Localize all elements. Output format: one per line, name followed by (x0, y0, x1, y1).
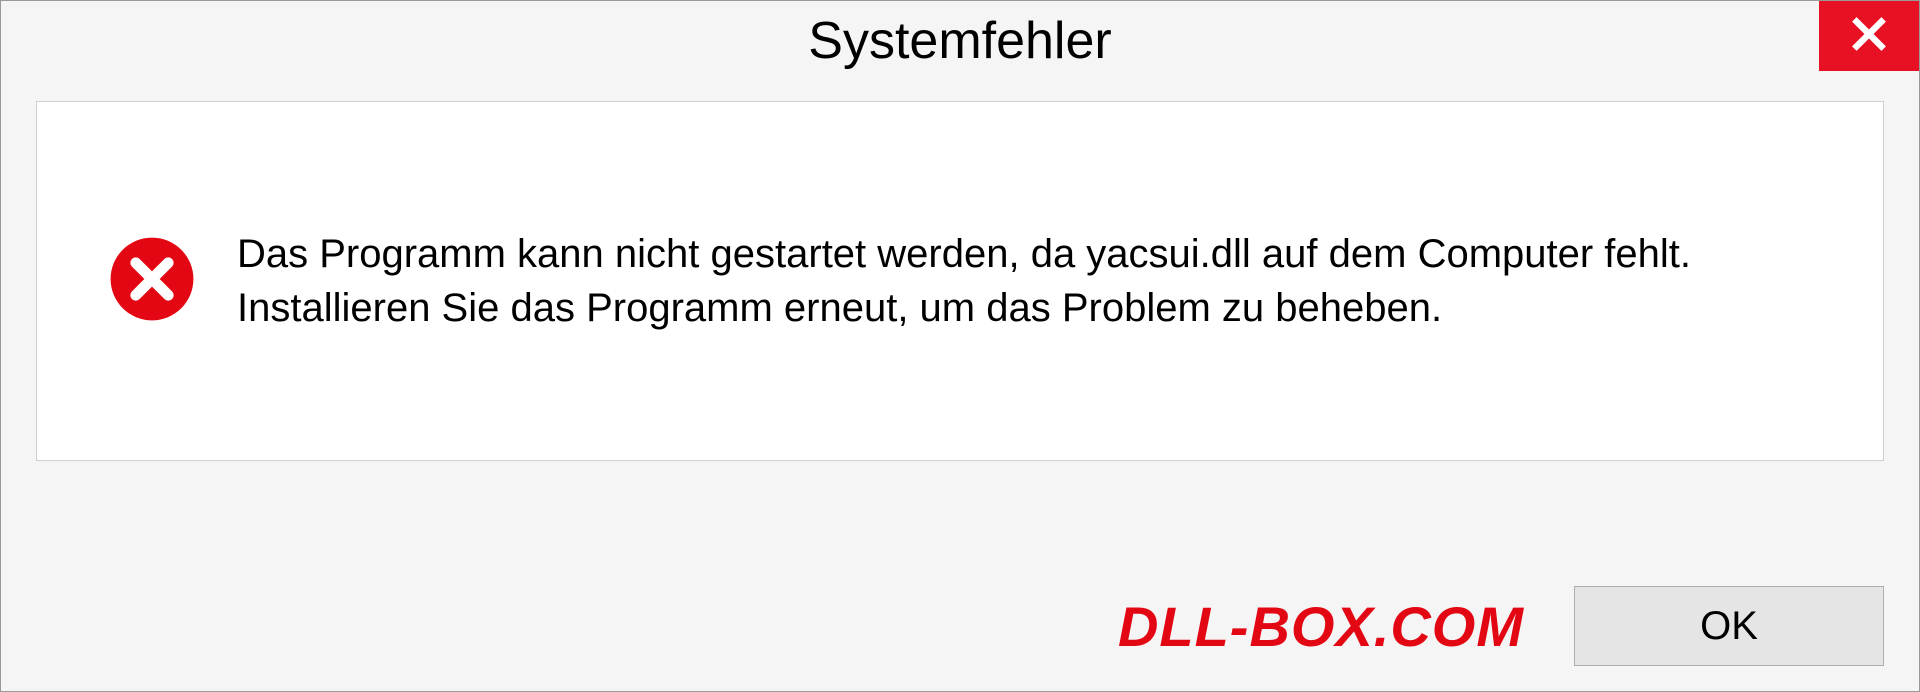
watermark-text: DLL-BOX.COM (1118, 594, 1524, 659)
error-icon (107, 234, 197, 329)
error-message: Das Programm kann nicht gestartet werden… (237, 227, 1843, 335)
dialog-title: Systemfehler (808, 11, 1111, 71)
dialog-footer: DLL-BOX.COM OK (1, 561, 1919, 691)
close-icon (1847, 12, 1891, 61)
dialog-titlebar: Systemfehler (1, 1, 1919, 81)
close-button[interactable] (1819, 1, 1919, 71)
ok-button[interactable]: OK (1574, 586, 1884, 666)
dialog-content: Das Programm kann nicht gestartet werden… (36, 101, 1884, 461)
